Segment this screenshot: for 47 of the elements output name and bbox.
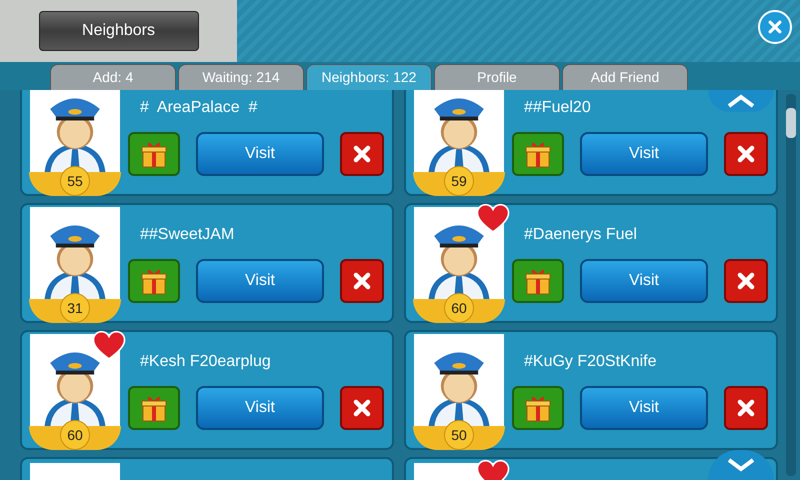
neighbor-name: ##SweetJAM bbox=[139, 225, 234, 245]
tab[interactable]: Add: 4 bbox=[50, 64, 176, 90]
tab[interactable]: Waiting: 214 bbox=[178, 64, 304, 90]
gift-button[interactable] bbox=[128, 132, 180, 176]
tab[interactable]: Add Friend bbox=[562, 64, 688, 90]
chevron-down-icon bbox=[726, 458, 756, 472]
level-badge: 50 bbox=[444, 420, 474, 450]
level-badge: 59 bbox=[444, 166, 474, 196]
level-badge: 60 bbox=[444, 293, 474, 323]
tab[interactable]: Neighbors: 122 bbox=[306, 64, 432, 90]
gift-button[interactable] bbox=[512, 259, 564, 303]
gift-button[interactable] bbox=[512, 132, 564, 176]
close-icon bbox=[736, 271, 756, 291]
visit-button[interactable]: Visit bbox=[196, 386, 324, 430]
close-icon bbox=[767, 19, 783, 35]
remove-button[interactable] bbox=[340, 386, 384, 430]
level-badge: 60 bbox=[60, 420, 90, 450]
neighbor-name: #Kesh F20earplug bbox=[139, 352, 271, 372]
remove-button[interactable] bbox=[340, 132, 384, 176]
close-icon bbox=[352, 398, 372, 418]
visit-button[interactable]: Visit bbox=[196, 259, 324, 303]
tab[interactable]: Profile bbox=[434, 64, 560, 90]
visit-button[interactable]: Visit bbox=[580, 259, 708, 303]
scroll-down-button[interactable] bbox=[708, 450, 774, 480]
neighbor-name: #Daenerys Fuel bbox=[523, 225, 637, 245]
gift-button[interactable] bbox=[128, 386, 180, 430]
neighbor-name: # AreaPalace # bbox=[139, 98, 258, 118]
close-icon bbox=[352, 144, 372, 164]
remove-button[interactable] bbox=[340, 259, 384, 303]
close-icon bbox=[736, 144, 756, 164]
close-icon bbox=[352, 271, 372, 291]
scrollbar-thumb bbox=[786, 108, 796, 138]
close-icon bbox=[736, 398, 756, 418]
remove-button[interactable] bbox=[724, 132, 768, 176]
title-plate: Neighbors bbox=[38, 11, 198, 51]
visit-button[interactable]: Visit bbox=[580, 132, 708, 176]
visit-button[interactable]: Visit bbox=[196, 132, 324, 176]
chevron-up-icon bbox=[726, 94, 756, 108]
gift-button[interactable] bbox=[128, 259, 180, 303]
level-badge: 55 bbox=[60, 166, 90, 196]
level-badge: 31 bbox=[60, 293, 90, 323]
visit-button[interactable]: Visit bbox=[580, 386, 708, 430]
neighbor-name: ##Fuel20 bbox=[523, 98, 591, 118]
remove-button[interactable] bbox=[724, 386, 768, 430]
remove-button[interactable] bbox=[724, 259, 768, 303]
neighbor-name: #KuGy F20StKnife bbox=[523, 352, 657, 372]
gift-button[interactable] bbox=[512, 386, 564, 430]
